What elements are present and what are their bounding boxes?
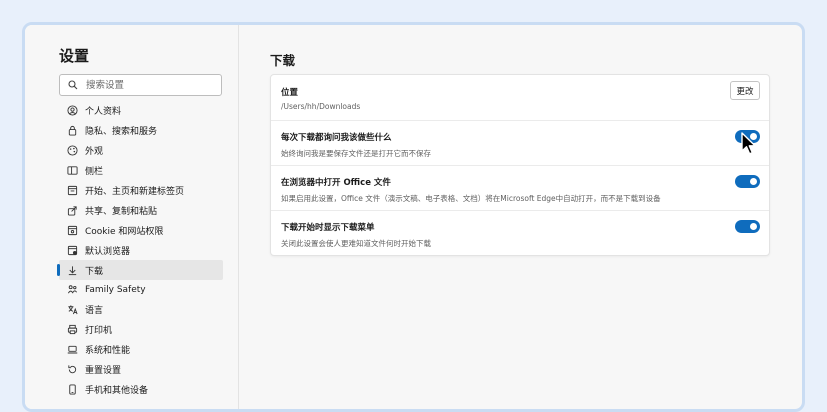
sidebar-item-label: 语言 (85, 306, 104, 317)
page-title: 下载 (270, 53, 296, 68)
setting-label: 每次下载都询问我该做些什么 (281, 133, 392, 143)
location-path: /Users/hh/Downloads (281, 102, 361, 111)
mouse-cursor-icon (741, 132, 756, 155)
sidebar-item-label: 开始、主页和新建标签页 (85, 187, 185, 197)
appearance-icon (66, 145, 78, 157)
sidebar-item-reset[interactable]: 重置设置 (59, 360, 223, 380)
location-label: 位置 (281, 88, 299, 98)
sidebar-item-printers[interactable]: 打印机 (59, 320, 223, 340)
sidebar-item-label: Family Safety (85, 284, 146, 295)
search-icon (68, 80, 78, 90)
reset-icon (66, 364, 78, 376)
sidebar-item-appearance[interactable]: 外观 (59, 141, 223, 161)
toggle-knob (750, 223, 757, 230)
sidebar-title: 设置 (59, 47, 90, 65)
sidebar-item-label: 系统和性能 (85, 346, 131, 357)
sidebar-item-label: 共享、复制和粘贴 (85, 206, 158, 217)
cookie-icon (66, 224, 78, 236)
downloads-settings-card: 位置 /Users/hh/Downloads 更改 每次下载都询问我该做些什么 … (270, 74, 770, 256)
download-icon (66, 264, 78, 276)
setting-row-download-menu: 下载开始时显示下载菜单 关闭此设置会使人更难知道文件何时开始下载 (271, 211, 769, 256)
printer-icon (66, 324, 78, 336)
profile-icon (66, 105, 78, 117)
search-box[interactable] (59, 74, 222, 96)
setting-description: 始终询问我是要保存文件还是打开它而不保存 (281, 149, 431, 158)
sidebar-item-cookies[interactable]: Cookie 和网站权限 (59, 220, 223, 240)
search-input[interactable] (86, 77, 216, 93)
sidebar-item-label: 打印机 (85, 326, 113, 337)
sidebar-item-startup[interactable]: 开始、主页和新建标签页 (59, 181, 223, 201)
share-icon (66, 204, 78, 216)
sidebar-item-label: 重置设置 (85, 366, 122, 377)
sidebar-item-label: Cookie 和网站权限 (85, 226, 164, 237)
sidebar-item-default-browser[interactable]: 默认浏览器 (59, 240, 223, 260)
sidebar-item-share[interactable]: 共享、复制和粘贴 (59, 200, 223, 220)
sidebar-item-sidebar[interactable]: 侧栏 (59, 161, 223, 181)
setting-label: 下载开始时显示下载菜单 (281, 223, 375, 233)
sidebar-nav: 个人资料 隐私、搜索和服务 外观 侧栏 开始、主页和新建标签页 共享、复制和粘贴 (57, 101, 223, 399)
sidebar-item-downloads[interactable]: 下载 (57, 260, 223, 281)
sidebar: 设置 个人资料 隐私、搜索和服务 外观 侧栏 (25, 25, 239, 409)
sidebar-item-language[interactable]: 语言 (59, 300, 223, 320)
setting-label: 在浏览器中打开 Office 文件 (281, 178, 391, 188)
location-row: 位置 /Users/hh/Downloads 更改 (271, 75, 769, 121)
browser-icon (66, 244, 78, 256)
sidebar-item-phone[interactable]: 手机和其他设备 (59, 379, 223, 399)
sidebar-item-privacy[interactable]: 隐私、搜索和服务 (59, 121, 223, 141)
sidebar-item-family-safety[interactable]: Family Safety (59, 280, 223, 300)
laptop-icon (66, 344, 78, 356)
sidebar-item-label: 隐私、搜索和服务 (85, 127, 158, 138)
sidebar-item-label: 手机和其他设备 (85, 385, 149, 396)
setting-row-office-files: 在浏览器中打开 Office 文件 如果启用此设置，Office 文件（演示文稿… (271, 166, 769, 211)
lock-icon (66, 125, 78, 137)
phone-icon (66, 383, 78, 395)
change-location-button[interactable]: 更改 (730, 81, 760, 100)
office-files-toggle[interactable] (735, 175, 760, 188)
setting-description: 如果启用此设置，Office 文件（演示文稿、电子表格、文档）将在Microso… (281, 194, 661, 203)
sidebar-icon (66, 165, 78, 177)
home-icon (66, 185, 78, 197)
settings-window: 设置 个人资料 隐私、搜索和服务 外观 侧栏 (22, 22, 805, 412)
language-icon (66, 304, 78, 316)
sidebar-item-label: 外观 (85, 147, 104, 158)
sidebar-item-label: 下载 (85, 266, 104, 277)
sidebar-item-system[interactable]: 系统和性能 (59, 340, 223, 360)
sidebar-item-profile[interactable]: 个人资料 (59, 101, 223, 121)
sidebar-item-label: 个人资料 (85, 107, 122, 118)
toggle-knob (750, 178, 757, 185)
sidebar-item-label: 默认浏览器 (85, 246, 131, 257)
family-icon (66, 284, 78, 296)
download-menu-toggle[interactable] (735, 220, 760, 233)
setting-row-ask-download: 每次下载都询问我该做些什么 始终询问我是要保存文件还是打开它而不保存 (271, 121, 769, 166)
sidebar-item-label: 侧栏 (85, 167, 104, 178)
main-content: 下载 位置 /Users/hh/Downloads 更改 每次下载都询问我该做些… (239, 25, 802, 409)
setting-description: 关闭此设置会使人更难知道文件何时开始下载 (281, 239, 431, 248)
